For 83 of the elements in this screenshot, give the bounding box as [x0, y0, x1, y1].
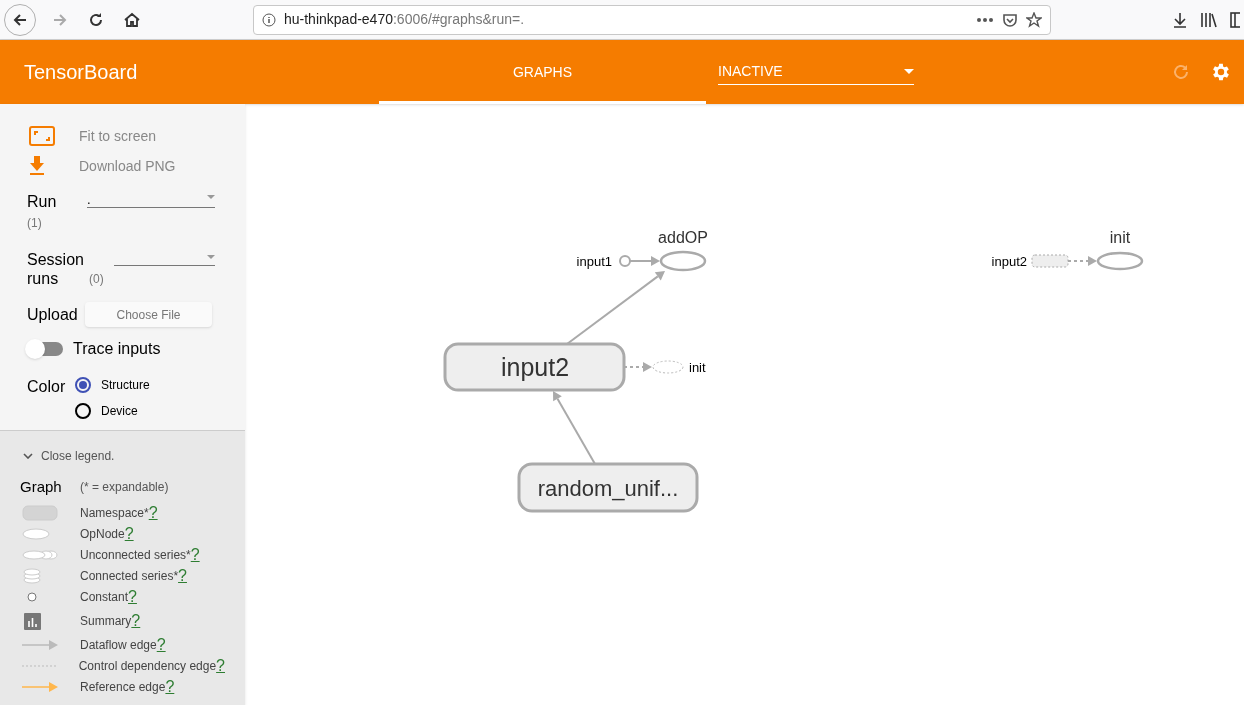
radio-button[interactable]	[75, 377, 91, 393]
help-link[interactable]: ?	[148, 501, 158, 525]
legend-label: Constant	[80, 589, 129, 606]
legend-label: Reference edge	[80, 679, 166, 696]
address-bar[interactable]: hu-thinkpad-e470:6006/#graphs&run=.	[253, 4, 1051, 35]
choose-file-button[interactable]: Choose File	[85, 302, 212, 327]
color-option[interactable]: Device	[75, 402, 150, 420]
run-dropdown[interactable]: INACTIVE	[718, 59, 914, 85]
node-label: random_unif...	[537, 476, 679, 501]
constant-node[interactable]	[619, 255, 631, 267]
legend-label: Connected series*	[80, 568, 179, 585]
radio-button[interactable]	[75, 403, 91, 419]
dataflow-edge	[629, 256, 660, 266]
fit-to-screen-button[interactable]: Fit to screen	[27, 126, 218, 146]
op-node[interactable]	[1096, 251, 1144, 271]
legend-label: Dataflow edge	[80, 637, 157, 654]
run-label: Run	[27, 192, 58, 212]
namespace-icon	[22, 505, 58, 521]
node-label: input2	[500, 353, 570, 381]
summary-icon	[24, 612, 41, 630]
trace-inputs-label: Trace inputs	[73, 339, 161, 359]
trace-inputs-toggle[interactable]	[27, 342, 63, 356]
caret-icon	[904, 69, 914, 74]
namespace-node[interactable]	[517, 462, 699, 513]
session-runs-label: Session runs	[27, 250, 85, 288]
op-node[interactable]	[659, 250, 707, 272]
run-count: (1)	[27, 215, 43, 232]
color-option[interactable]: Structure	[75, 376, 150, 394]
color-label: Color	[27, 377, 67, 397]
op-node[interactable]	[652, 360, 684, 374]
close-legend-toggle[interactable]: Close legend.	[23, 447, 225, 465]
node-label: addOP	[658, 229, 708, 246]
help-link[interactable]: ?	[131, 609, 141, 633]
opnode-icon	[22, 528, 50, 540]
download-icon	[29, 156, 45, 176]
node-label: input2	[991, 254, 1027, 269]
namespace-node[interactable]	[1031, 254, 1069, 268]
constant-icon	[27, 592, 37, 602]
session-runs-count: (0)	[89, 271, 104, 288]
node-label: init	[1109, 229, 1131, 246]
help-link[interactable]: ?	[156, 633, 166, 657]
control-edge	[1067, 256, 1097, 266]
app-title: TensorBoard	[24, 60, 139, 85]
star-icon[interactable]	[1026, 11, 1042, 28]
home-icon	[123, 10, 141, 29]
reload-icon	[88, 11, 104, 28]
caret-icon	[207, 255, 215, 259]
info-icon	[262, 12, 276, 27]
help-link[interactable]: ?	[190, 543, 200, 567]
pocket-icon[interactable]	[1002, 11, 1018, 28]
library-icon[interactable]	[1200, 11, 1218, 28]
download-icon[interactable]	[1172, 11, 1188, 28]
help-link[interactable]: ?	[165, 675, 175, 699]
connected-series-icon	[23, 568, 41, 584]
namespace-node[interactable]	[443, 342, 626, 392]
sidebar-icon[interactable]	[1230, 11, 1240, 28]
more-icon[interactable]	[976, 16, 994, 23]
caret-icon	[207, 195, 215, 199]
reference-edge-icon	[22, 682, 58, 692]
unconnected-series-icon	[22, 550, 58, 560]
legend-label: Unconnected series*	[80, 547, 191, 564]
node-label: init	[689, 360, 706, 375]
dataflow-edge-icon	[22, 640, 58, 650]
legend-label: OpNode	[80, 526, 125, 543]
help-link[interactable]: ?	[216, 654, 225, 678]
legend-note: (* = expandable)	[80, 479, 169, 497]
node-label: input1	[576, 254, 612, 269]
legend-label: Control dependency edge	[78, 658, 217, 675]
help-link[interactable]: ?	[178, 564, 187, 588]
help-link[interactable]: ?	[124, 522, 134, 546]
chevron-icon	[23, 453, 33, 459]
download-png-button[interactable]: Download PNG	[27, 156, 218, 176]
legend-label: Namespace*	[80, 505, 149, 522]
legend-label: Summary	[80, 613, 132, 630]
graphs-tab[interactable]: GRAPHS	[379, 40, 706, 104]
url-text: hu-thinkpad-e470:6006/#graphs&run=.	[284, 10, 525, 29]
legend-title: Graph	[20, 477, 63, 497]
help-link[interactable]: ?	[128, 585, 137, 609]
settings-icon[interactable]	[1210, 61, 1232, 83]
run-select[interactable]: .	[87, 190, 215, 208]
control-edge	[623, 362, 652, 372]
fit-screen-icon	[29, 126, 55, 146]
upload-label: Upload	[27, 304, 79, 325]
